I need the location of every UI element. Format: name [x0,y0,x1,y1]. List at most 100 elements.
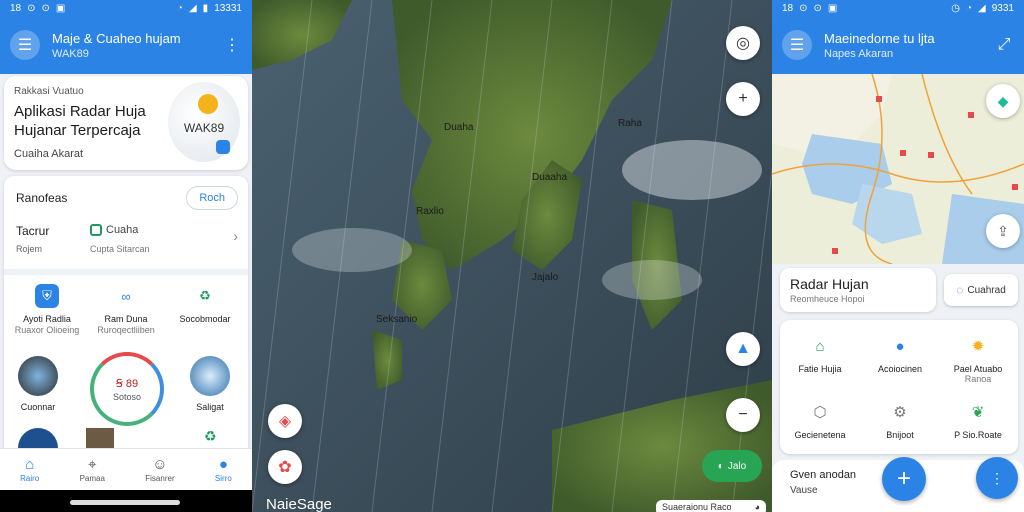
info-icon: ◕ [754,502,760,512]
status-time-right: 9331 [991,2,1014,14]
recycle-icon: ♻ [204,428,217,444]
hero-title: Aplikasi Radar Huja Hujanar Terpercaja [14,103,146,139]
map-label: Raxlio [416,206,444,217]
tool-item[interactable]: ● Acoiocinen [864,334,936,375]
sun-icon: ✹ [971,338,985,355]
gallery-icon: ▣ [827,2,838,14]
tools-icon [86,428,114,448]
pin-icon: ⌖ [88,456,97,473]
feature-item[interactable]: ⛨ Ayoti Radlia Ruaxor Olioeing [10,284,84,335]
radar-card-subtitle: Reomheuce Hopoi [790,294,865,304]
divider [4,269,248,275]
filter-icon[interactable]: ⋮ [976,457,1018,499]
leaf-icon: ❦ [971,404,985,421]
palette-icon[interactable]: ✿ [268,450,302,484]
weather-subtitle: Cupta Sitarcan [90,244,150,254]
app-bar: ☰ Maje & Cuaheo hujam WAK89 ⋮ [0,16,252,74]
menu-icon[interactable]: ☰ [782,30,812,60]
weather-chip-button[interactable]: ◌ Cuahrad [944,274,1018,306]
drop-icon: ● [895,337,905,355]
tool-item[interactable]: ⬡ Gecienetena [784,400,856,440]
house-icon: ⌂ [815,337,825,355]
radar-hujan-card[interactable]: Radar Hujan Reomheuce Hopoi [780,268,936,312]
add-button[interactable]: + [882,457,926,501]
notification-icon: ⊙ [799,2,808,14]
nav-label: Fisanrer [145,474,175,483]
feature-item[interactable]: ♻ Socobmodar [168,284,242,335]
notification-icon: ⊙ [813,2,822,14]
map-label: Duaaha [532,172,568,183]
nav-home[interactable]: ⌂ Rairo [20,456,39,483]
weather-summary-row[interactable]: Tacrur Rojem Cuaha Cupta Sitarcan › [16,222,238,268]
nav-places[interactable]: ⌖ Pamaa [80,456,105,483]
main-panel: Ranofeas Roch Tacrur Rojem Cuaha Cupta S… [4,176,248,466]
menu-icon[interactable]: ☰ [10,30,40,60]
notification-icon: ⊙ [41,2,50,14]
avatar[interactable] [18,356,58,396]
tool-item[interactable]: ⌂ Fatie Hujia [784,334,856,375]
tool-label: Bnijoot [886,430,914,440]
hero-card[interactable]: Rakkasi Vuatuo Aplikasi Radar Huja Hujan… [4,76,248,170]
landscape-icon[interactable] [190,356,230,396]
tool-item[interactable]: ✹ Pael Atuabo Ranoa [942,334,1014,384]
satellite-map[interactable] [252,0,772,512]
feature-item[interactable]: ∞ Ram Duna Ruroqectliiben [89,284,163,336]
feature-sublabel: Ruaxor Olioeing [14,325,80,335]
app-title: Maeinedorne tu ljta [824,30,935,46]
app-bar: ☰ Maeinedorne tu ljta Napes Akaran ⤢ [772,16,1024,74]
share-icon[interactable]: ⇪ [986,214,1020,248]
play-icon: ◐ [717,460,724,472]
app-logo: WAK89 [168,82,240,162]
feature-grid: ⛨ Ayoti Radlia Ruaxor Olioeing ∞ Ram Dun… [10,284,242,335]
map-attribution-text: Suaeraionu Raco [662,502,732,512]
map-label: Seksanio [376,314,418,325]
chevron-right-icon: › [233,228,238,244]
status-bar: 18 ⊙ ⊙ ▣ ◷ ◔ ◢ 9331 [772,0,1024,16]
zoom-in-button[interactable]: + [726,82,760,116]
tool-item[interactable]: ❦ P Sio.Roate [942,400,1014,440]
expand-icon[interactable]: ⤢ [994,36,1014,54]
notification-icon: ⊙ [27,2,36,14]
nav-messages[interactable]: ☺ Fisanrer [145,456,174,483]
layers-icon[interactable]: ◆ [986,84,1020,118]
section-label: Ranofeas [16,191,68,205]
signal-icon: ◢ [978,2,986,14]
wifi-icon: ◔ [966,2,973,14]
more-options-icon[interactable]: ⋮ [222,35,242,55]
feature-label: Socobmodar [179,314,231,324]
zoom-out-button[interactable]: − [726,398,760,432]
locate-icon[interactable]: ◎ [726,26,760,60]
refresh-icon: ◌ [956,283,964,297]
shield-icon [216,140,230,154]
feature-label: Ayoti Radlia [23,314,71,324]
radar-map-screen[interactable]: Duaha Raha Duaaha Raxlio Jajalo Seksanio… [252,0,772,512]
radar-card-title: Radar Hujan [790,276,869,292]
signal-icon: ◢ [188,2,197,14]
landscape-caption: Saligat [196,402,224,412]
mini-map[interactable]: ◆ ⇪ [772,74,1024,264]
chat-icon: ☺ [152,456,168,473]
gear-icon: ⚙ [893,404,907,421]
home-gesture-bar[interactable] [70,500,180,505]
sheet-title: Gven anodan [790,469,857,481]
nav-profile[interactable]: ● Sirro [215,456,232,483]
summary-subtitle: Rojem [16,244,43,254]
map-tools-screen: 18 ⊙ ⊙ ▣ ◷ ◔ ◢ 9331 ☰ Maeinedorne tu ljta Nape… [772,0,1024,512]
tool-item[interactable]: ⚙ Bnijoot [864,400,936,440]
logo-text: WAK89 [183,121,225,135]
live-radar-button[interactable]: ◐ Jalo [702,450,762,482]
tool-sublabel: Ranoa [964,374,992,384]
rain-gauge[interactable]: Ꞩ 89 Sotoso [90,352,164,426]
app-subtitle: WAK89 [52,47,89,60]
tool-label: P Sio.Roate [954,430,1002,440]
refresh-pill-button[interactable]: Roch [186,186,238,210]
map-attribution[interactable]: Suaeraionu Raco ◕ [656,500,766,512]
compass-icon[interactable]: ▲ [726,332,760,366]
live-label: Jalo [727,460,747,472]
tools-panel: ⌂ Fatie Hujia ● Acoiocinen ✹ Pael Atuabo Ran… [780,320,1018,454]
person-icon: ● [218,456,228,473]
tool-label: Gecienetena [794,430,846,440]
layers-icon[interactable]: ◈ [268,404,302,438]
status-time: 18 [782,2,794,14]
app-title: Maje & Cuaheo hujam [52,30,181,46]
